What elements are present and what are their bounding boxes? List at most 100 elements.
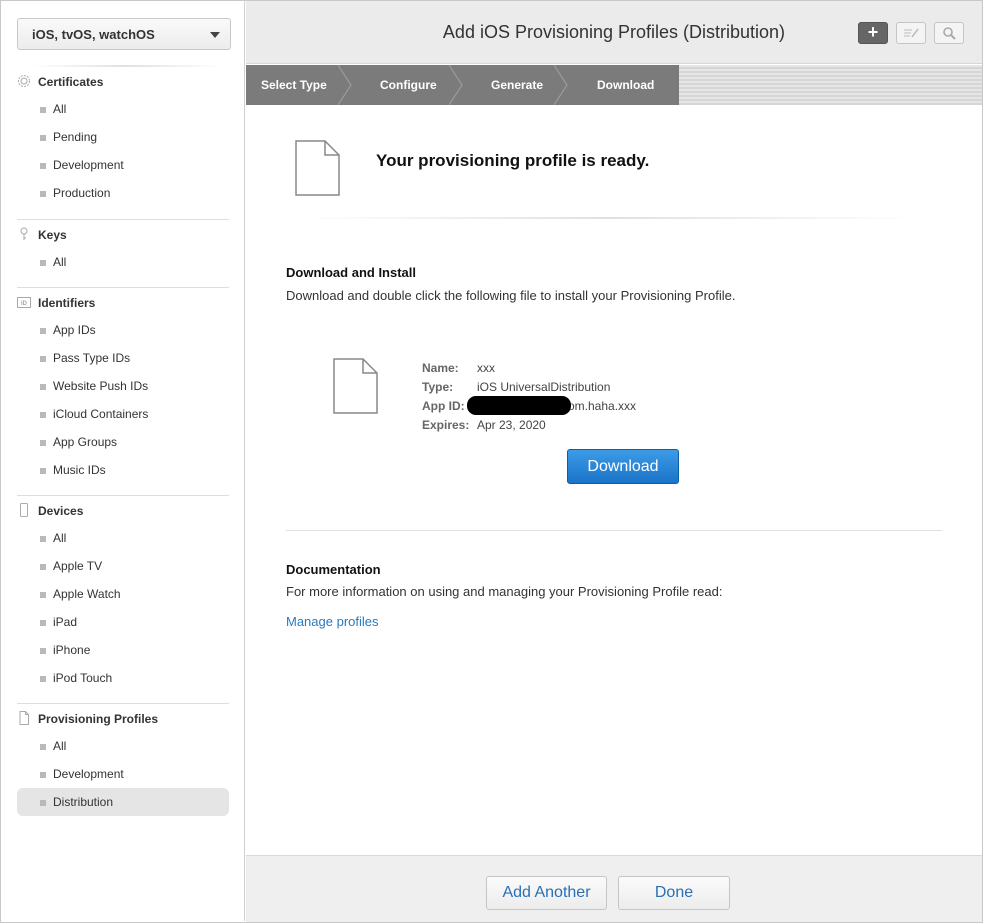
section-title: Keys — [38, 228, 67, 242]
bullet-icon — [40, 135, 46, 141]
edit-icon — [902, 28, 920, 43]
bullet-icon — [40, 592, 46, 598]
bullet-icon — [40, 440, 46, 446]
footer: Add Another Done — [246, 855, 982, 922]
platform-select-label: iOS, tvOS, watchOS — [32, 27, 155, 42]
bullet-icon — [40, 536, 46, 542]
sidebar-item-certificates-development[interactable]: Development — [17, 151, 229, 179]
sidebar-item-keys-all[interactable]: All — [17, 248, 229, 276]
section-header-provisioning-profiles: Provisioning Profiles — [17, 704, 229, 732]
section-certificates: Certificates All Pending Development Pro… — [17, 67, 229, 207]
sidebar-item-label: Pass Type IDs — [53, 351, 131, 365]
sidebar-item-ipad[interactable]: iPad — [17, 608, 229, 636]
document-icon — [295, 140, 341, 199]
section-keys: Keys All — [17, 219, 229, 276]
sidebar-item-label: Pending — [53, 130, 98, 144]
certificate-icon — [17, 74, 31, 88]
sidebar-item-app-ids[interactable]: App IDs — [17, 316, 229, 344]
profile-type: iOS UniversalDistribution — [477, 380, 611, 394]
ready-heading: Your provisioning profile is ready. — [376, 151, 650, 170]
sidebar-item-devices-all[interactable]: All — [17, 524, 229, 552]
main-content: Your provisioning profile is ready. Down… — [246, 105, 982, 855]
sidebar-item-label: All — [53, 102, 67, 116]
sidebar-item-label: App IDs — [53, 323, 96, 337]
section-title: Provisioning Profiles — [38, 712, 159, 726]
name-label: Name: — [422, 361, 459, 375]
profile-file-icon — [333, 358, 379, 417]
key-icon — [17, 227, 31, 241]
sidebar-item-certificates-production[interactable]: Production — [17, 179, 229, 207]
sidebar-item-label: Development — [53, 158, 124, 172]
bullet-icon — [40, 260, 46, 266]
chevron-down-icon — [210, 32, 220, 38]
bullet-icon — [40, 468, 46, 474]
chevron-right-icon — [554, 65, 568, 105]
sidebar-item-label: Apple TV — [53, 559, 103, 573]
profile-name: xxx — [477, 361, 495, 375]
section-devices: Devices All Apple TV Apple Watch iPad iP… — [17, 495, 229, 692]
sidebar-item-app-groups[interactable]: App Groups — [17, 428, 229, 456]
sidebar: iOS, tvOS, watchOS Certificates All Pend… — [1, 1, 245, 921]
sidebar-item-profiles-development[interactable]: Development — [17, 760, 229, 788]
sidebar-item-apple-watch[interactable]: Apple Watch — [17, 580, 229, 608]
bullet-icon — [40, 384, 46, 390]
sidebar-item-apple-tv[interactable]: Apple TV — [17, 552, 229, 580]
search-button[interactable] — [934, 22, 964, 44]
id-icon: ID — [17, 295, 31, 309]
download-install-heading: Download and Install — [286, 265, 417, 280]
svg-text:ID: ID — [21, 301, 28, 307]
step-select-type: Select Type — [261, 78, 327, 92]
section-title: Certificates — [38, 75, 104, 89]
section-header-certificates: Certificates — [17, 67, 229, 95]
chevron-right-icon — [338, 65, 352, 105]
sidebar-item-label: iPad — [53, 615, 78, 629]
add-button[interactable]: + — [858, 22, 888, 44]
sidebar-item-label: iPod Touch — [53, 671, 113, 685]
bullet-icon — [40, 412, 46, 418]
done-button[interactable]: Done — [618, 876, 730, 910]
step-download: Download — [597, 78, 655, 92]
sidebar-item-ipod-touch[interactable]: iPod Touch — [17, 664, 229, 692]
manage-profiles-link[interactable]: Manage profiles — [286, 614, 379, 629]
add-another-button[interactable]: Add Another — [486, 876, 607, 910]
section-header-keys: Keys — [17, 220, 229, 248]
bullet-icon — [40, 564, 46, 570]
search-icon — [942, 27, 956, 43]
profile-app-id: om.haha.xxx — [568, 399, 637, 413]
download-button[interactable]: Download — [567, 449, 679, 484]
header: Add iOS Provisioning Profiles (Distribut… — [246, 1, 982, 64]
sidebar-item-label: Development — [53, 767, 124, 781]
divider — [286, 530, 942, 531]
plus-icon: + — [867, 22, 879, 42]
section-provisioning-profiles: Provisioning Profiles All Development Di… — [17, 703, 229, 816]
bullet-icon — [40, 676, 46, 682]
sidebar-item-label: Website Push IDs — [53, 379, 149, 393]
sidebar-item-profiles-all[interactable]: All — [17, 732, 229, 760]
edit-button[interactable] — [896, 22, 926, 44]
type-label: Type: — [422, 380, 454, 394]
platform-select[interactable]: iOS, tvOS, watchOS — [17, 18, 231, 50]
sidebar-item-profiles-distribution[interactable]: Distribution — [17, 788, 229, 816]
sidebar-item-label: Apple Watch — [53, 587, 121, 601]
sidebar-item-music-ids[interactable]: Music IDs — [17, 456, 229, 484]
sidebar-item-pass-type-ids[interactable]: Pass Type IDs — [17, 344, 229, 372]
documentation-text: For more information on using and managi… — [286, 584, 723, 599]
redaction-mark — [467, 396, 571, 415]
divider — [301, 217, 921, 219]
device-icon — [17, 503, 31, 517]
bullet-icon — [40, 800, 46, 806]
sidebar-item-icloud-containers[interactable]: iCloud Containers — [17, 400, 229, 428]
document-icon — [17, 711, 31, 725]
sidebar-item-label: All — [53, 255, 67, 269]
bullet-icon — [40, 191, 46, 197]
sidebar-item-website-push-ids[interactable]: Website Push IDs — [17, 372, 229, 400]
bullet-icon — [40, 744, 46, 750]
sidebar-item-certificates-pending[interactable]: Pending — [17, 123, 229, 151]
profile-expires: Apr 23, 2020 — [477, 418, 546, 432]
sidebar-item-label: Production — [53, 186, 111, 200]
bullet-icon — [40, 648, 46, 654]
sidebar-item-certificates-all[interactable]: All — [17, 95, 229, 123]
sidebar-item-label: All — [53, 739, 67, 753]
sidebar-item-iphone[interactable]: iPhone — [17, 636, 229, 664]
step-progress-bar: Select Type Configure Generate Download — [246, 65, 982, 105]
